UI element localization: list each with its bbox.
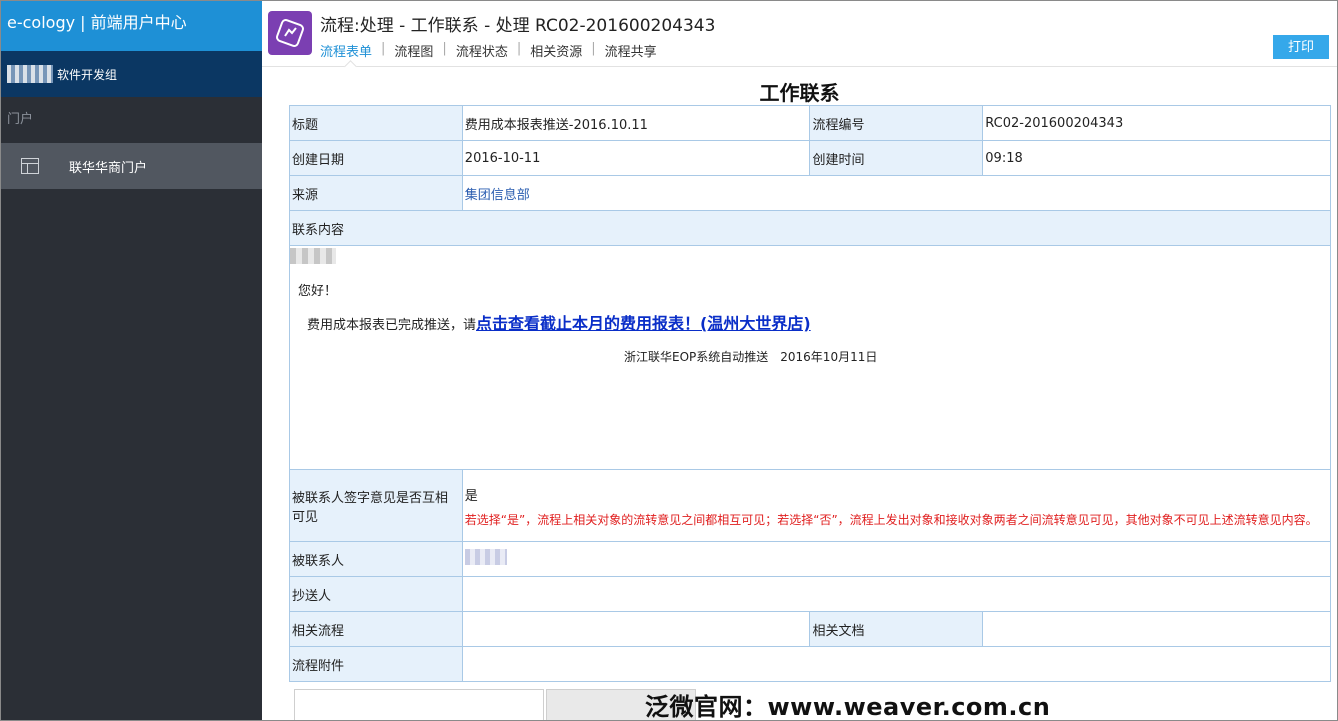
print-button[interactable]: 打印 [1273,35,1329,59]
watermark-text: 泛微官网：www.weaver.com.cn [645,693,1051,721]
table-row: 来源 集团信息部 [289,175,1332,211]
table-row: 流程附件 [289,646,1332,682]
subject-value: 费用成本报表推送-2016.10.11 [461,105,811,141]
org-group[interactable]: 软件开发组 [1,51,262,97]
table-row: 被联系人 [289,541,1332,577]
redacted-text [290,248,336,264]
form-title: 工作联系 [759,81,840,105]
create-date-label: 创建日期 [289,140,463,176]
tab-flow-share[interactable]: 流程共享 [605,41,666,60]
attachment-value[interactable] [461,646,1332,682]
related-doc-value[interactable] [982,611,1331,647]
related-doc-label: 相关文档 [809,611,984,647]
flow-no-label: 流程编号 [809,105,984,141]
topbar: 流程:处理 - 工作联系 - 处理 RC02-201600204343 流程表单… [262,1,1337,67]
message-line: 费用成本报表已完成推送，请点击查看截止本月的费用报表！(温州大世界店) [307,310,811,334]
page-title: 流程:处理 - 工作联系 - 处理 RC02-201600204343 [320,16,716,36]
report-link[interactable]: 点击查看截止本月的费用报表！(温州大世界店) [476,314,811,333]
visible-value-cell: 是 若选择“是”，流程上相关对象的流转意见之间都相互可见；若选择“否”，流程上发… [461,469,1332,542]
main-panel: 流程:处理 - 工作联系 - 处理 RC02-201600204343 流程表单… [262,1,1337,720]
create-date-value: 2016-10-11 [461,140,811,176]
sidebar: e-cology | 前端用户中心 软件开发组 门户 联华华商门户 [1,1,262,720]
push-footer: 浙江联华EOP系统自动推送 2016年10月11日 [624,350,878,364]
tab-separator: | [591,41,596,56]
bottom-tab-1[interactable] [294,689,544,720]
workflow-logo-icon [268,11,312,55]
table-row: 被联系人签字意见是否互相可见 是 若选择“是”，流程上相关对象的流转意见之间都相… [289,469,1332,542]
content-label: 联系内容 [289,210,1331,246]
table-row: 抄送人 [289,576,1332,612]
layout-icon [21,158,39,174]
subject-label: 标题 [289,105,463,141]
tab-form[interactable]: 流程表单 [320,41,381,60]
message-prefix: 费用成本报表已完成推送，请 [307,318,477,333]
tab-separator: | [442,41,447,56]
sidebar-item-label: 联华华商门户 [69,160,148,176]
visible-label: 被联系人签字意见是否互相可见 [289,469,463,542]
tab-separator: | [516,41,522,56]
table-row: 相关流程 相关文档 [289,611,1331,647]
table-row: 标题 费用成本报表推送-2016.10.11 流程编号 RC02-2016002… [289,105,1331,141]
cc-value[interactable] [461,576,1332,612]
table-row: 联系内容 [289,210,1331,246]
cc-label: 抄送人 [289,576,463,612]
visible-note: 若选择“是”，流程上相关对象的流转意见之间都相互可见；若选择“否”，流程上发出对… [464,512,1318,527]
workflow-form-table: 标题 费用成本报表推送-2016.10.11 流程编号 RC02-2016002… [289,105,1332,682]
app-window: e-cology | 前端用户中心 软件开发组 门户 联华华商门户 流程:处理 … [0,0,1338,721]
tab-flow-chart[interactable]: 流程图 [394,41,442,60]
org-group-label: 软件开发组 [57,67,118,82]
source-label: 来源 [289,175,463,211]
tab-flow-status[interactable]: 流程状态 [456,41,517,60]
source-value: 集团信息部 [461,175,1332,211]
visible-value[interactable]: 是 [465,485,1328,504]
source-link[interactable]: 集团信息部 [465,188,530,203]
create-time-value: 09:18 [982,140,1331,176]
content-body: 您好！ 费用成本报表已完成推送，请点击查看截止本月的费用报表！(温州大世界店) … [289,245,1331,470]
app-title[interactable]: e-cology | 前端用户中心 [1,1,262,51]
related-flow-label: 相关流程 [289,611,463,647]
bottom-tab-bar [294,689,698,720]
related-flow-value[interactable] [461,611,811,647]
redacted-org-name [7,65,53,83]
create-time-label: 创建时间 [809,140,984,176]
table-row: 创建日期 2016-10-11 创建时间 09:18 [289,140,1331,176]
contact-value[interactable] [461,541,1332,577]
sidebar-item-portal[interactable]: 联华华商门户 [1,143,262,189]
tab-separator: | [381,41,386,56]
sidebar-section-portal: 门户 [7,112,34,127]
flow-no-value: RC02-201600204343 [982,105,1331,141]
tab-bar: 流程表单 | 流程图 | 流程状态 | 相关资源 | 流程共享 [320,41,666,60]
table-row: 您好！ 费用成本报表已完成推送，请点击查看截止本月的费用报表！(温州大世界店) … [289,245,1331,470]
tab-related-resources[interactable]: 相关资源 [530,41,591,60]
contact-label: 被联系人 [289,541,463,577]
attachment-label: 流程附件 [289,646,463,682]
redacted-contact [464,549,507,565]
greeting-text: 您好！ [298,284,338,299]
